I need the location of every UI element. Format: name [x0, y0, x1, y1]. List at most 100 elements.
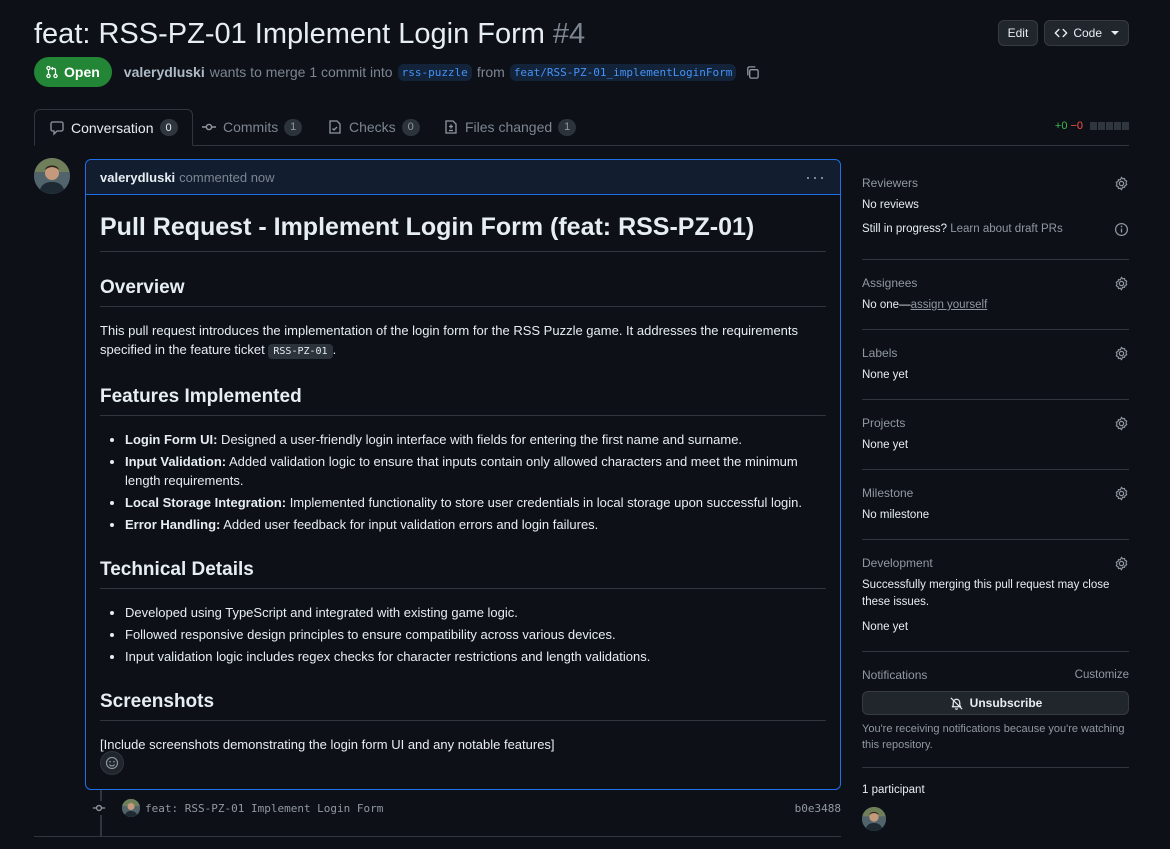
draft-label: Still in progress? [862, 223, 948, 235]
overview-heading: Overview [100, 276, 826, 307]
milestone-value: No milestone [862, 509, 930, 521]
comment-action: commented now [179, 169, 275, 185]
labels-header[interactable]: Labels [862, 341, 1129, 365]
gear-icon[interactable] [1114, 276, 1129, 291]
sidebar-notifications: Notifications Customize Unsubscribe You'… [862, 652, 1129, 768]
assignees-value: No one—assign yourself [862, 297, 1129, 314]
features-list: Login Form UI: Designed a user-friendly … [100, 430, 826, 534]
feature-text: Implemented functionality to store user … [286, 495, 803, 510]
base-branch[interactable]: rss-puzzle [397, 63, 472, 81]
overview-code: RSS-PZ-01 [268, 344, 333, 359]
checklist-icon [329, 120, 341, 134]
author-link[interactable]: valerydluski [124, 64, 205, 80]
milestone-header[interactable]: Milestone [862, 481, 1129, 505]
assignees-title: Assignees [862, 276, 918, 290]
kebab-icon[interactable]: ··· [805, 167, 826, 188]
notifications-header: Notifications Customize [862, 663, 1129, 687]
pr-number: #4 [552, 18, 586, 50]
feature-bold: Local Storage Integration: [125, 495, 287, 510]
gear-icon[interactable] [1114, 416, 1129, 431]
list-item: Input Validation: Added validation logic… [125, 452, 826, 490]
state-label: Open [64, 64, 100, 80]
labels-title: Labels [862, 346, 898, 360]
feature-bold: Input Validation: [125, 454, 227, 469]
draft-link[interactable]: Learn about draft PRs [950, 221, 1063, 238]
list-item: Error Handling: Added user feedback for … [125, 515, 826, 534]
tab-files-changed-label: Files changed [465, 119, 553, 135]
list-item: Input validation logic includes regex ch… [125, 647, 826, 666]
code-icon [1054, 28, 1068, 38]
tab-files-changed-count: 1 [558, 118, 577, 136]
sidebar-milestone: Milestone No milestone [862, 470, 1129, 540]
code-button[interactable]: Code [1044, 20, 1129, 46]
avatar[interactable] [34, 158, 70, 194]
tab-files-changed[interactable]: Files changed 1 [443, 109, 577, 145]
commit-avatar[interactable] [122, 799, 140, 817]
list-item: Followed responsive design principles to… [125, 625, 826, 644]
feature-text: Designed a user-friendly login interface… [217, 432, 743, 447]
development-title: Development [862, 556, 933, 570]
commit-message[interactable]: feat: RSS-PZ-01 Implement Login Form [145, 802, 383, 815]
tab-conversation-count: 0 [159, 119, 178, 136]
from-text: from [476, 64, 505, 80]
sidebar-projects: Projects None yet [862, 400, 1129, 470]
tab-commits[interactable]: Commits 1 [201, 109, 303, 145]
state-badge: Open [34, 57, 112, 87]
pr-title-text: feat: RSS-PZ-01 Implement Login Form [34, 18, 545, 50]
milestone-title: Milestone [862, 486, 914, 500]
list-item: Developed using TypeScript and integrate… [125, 603, 826, 622]
overview-end: . [332, 342, 337, 357]
feature-text: Added user feedback for input validation… [220, 517, 599, 532]
tab-conversation[interactable]: Conversation 0 [34, 109, 193, 146]
sidebar-development: Development Successfully merging this pu… [862, 540, 1129, 652]
development-header[interactable]: Development [862, 551, 1129, 575]
projects-value: None yet [862, 439, 909, 451]
tab-conversation-label: Conversation [71, 119, 154, 136]
overview-text: This pull request introduces the impleme… [100, 323, 799, 357]
comment-author[interactable]: valerydluski [100, 170, 175, 185]
tab-checks[interactable]: Checks 0 [327, 109, 420, 145]
reviewers-header[interactable]: Reviewers [862, 171, 1129, 195]
diffstat-blocks [1090, 122, 1129, 130]
feature-text: Added validation logic to ensure that in… [125, 454, 798, 488]
gear-icon[interactable] [1114, 346, 1129, 361]
notifications-note: You're receiving notifications because y… [862, 723, 1125, 751]
reviewers-title: Reviewers [862, 176, 919, 190]
sidebar-participants: 1 participant [862, 768, 1129, 831]
participant-avatar[interactable] [862, 807, 886, 831]
gear-icon[interactable] [1114, 556, 1129, 571]
unsubscribe-label: Unsubscribe [969, 696, 1043, 710]
technical-heading: Technical Details [100, 558, 826, 589]
unsubscribe-button[interactable]: Unsubscribe [862, 691, 1129, 715]
projects-header[interactable]: Projects [862, 411, 1129, 435]
sidebar-reviewers: Reviewers No reviews Still in progress? … [862, 160, 1129, 260]
assign-yourself-link[interactable]: assign yourself [911, 299, 988, 311]
head-branch[interactable]: feat/RSS-PZ-01_implementLoginForm [509, 63, 737, 81]
smiley-icon [105, 756, 119, 770]
technical-list: Developed using TypeScript and integrate… [100, 603, 826, 666]
development-note: Successfully merging this pull request m… [862, 579, 1110, 608]
projects-title: Projects [862, 416, 906, 430]
gear-icon[interactable] [1114, 176, 1129, 191]
divider [34, 836, 841, 837]
diffstat-additions: +0 [1054, 120, 1068, 132]
development-value: None yet [862, 621, 909, 633]
diffstat: +0 −0 [1055, 120, 1129, 132]
comment-icon [50, 120, 64, 136]
tab-commits-count: 1 [284, 118, 303, 136]
gear-icon[interactable] [1114, 486, 1129, 501]
info-icon[interactable] [1114, 222, 1129, 237]
pull-request-icon [46, 65, 58, 79]
commit-sha[interactable]: b0e3488 [795, 802, 841, 815]
add-reaction-button[interactable] [100, 751, 124, 775]
sidebar-assignees: Assignees No one—assign yourself [862, 260, 1129, 330]
diffstat-deletions: −0 [1070, 120, 1083, 132]
assignees-header[interactable]: Assignees [862, 271, 1129, 295]
commit-row: feat: RSS-PZ-01 Implement Login Form b0e… [92, 799, 841, 817]
edit-button[interactable]: Edit [997, 20, 1039, 46]
customize-link[interactable]: Customize [1075, 669, 1129, 681]
copy-icon[interactable] [745, 65, 760, 80]
pr-tabs: Conversation 0 Commits 1 Checks 0 Files … [34, 109, 1129, 146]
comment-heading: Pull Request - Implement Login Form (fea… [100, 211, 826, 252]
screenshots-heading: Screenshots [100, 690, 826, 721]
